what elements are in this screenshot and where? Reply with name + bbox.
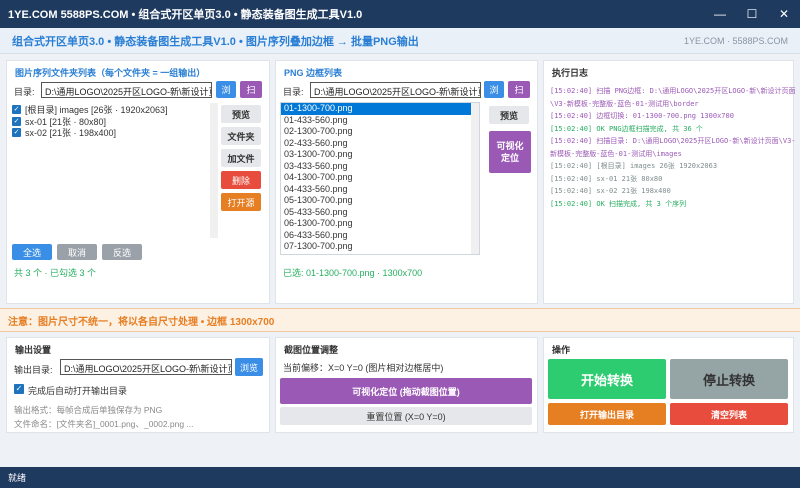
output-dir-input[interactable]: D:\通用LOGO\2025开区LOGO-新\新设计页面: [60, 359, 232, 375]
png-list-item[interactable]: 03-1300-700.png: [281, 149, 479, 161]
app-header: 组合式开区单页3.0 • 静态装备图生成工具V1.0 • 图片序列叠加边框 → …: [0, 28, 800, 54]
visual-position-button[interactable]: 可视化定位 (拖动截图位置): [280, 378, 532, 404]
auto-open-label: 完成后自动打开输出目录: [28, 386, 128, 396]
position-panel-title: 截图位置调整: [284, 345, 339, 355]
log-line: [15:02:40] 扫描 PNG边框: D:\通用LOGO\2025开区LOG…: [550, 87, 796, 95]
checkbox-checked-icon[interactable]: ✓: [12, 105, 21, 115]
png-list-item[interactable]: 01-1300-700.png: [281, 103, 479, 115]
select-all-button[interactable]: 全选: [12, 244, 52, 260]
output-naming-text: 文件命名：[文件夹名]_0001.png、_0002.png ...: [14, 419, 194, 429]
log-line: [15:02:40] 扫描目录: D:\通用LOGO\2025开区LOGO-新\…: [550, 137, 796, 145]
png-preview-button[interactable]: 预览: [489, 106, 529, 124]
png-list-item[interactable]: 02-1300-700.png: [281, 126, 479, 138]
png-list-item[interactable]: 07-1300-700.png: [281, 241, 479, 253]
header-title: 组合式开区单页3.0 • 静态装备图生成工具V1.0 • 图片序列叠加边框 → …: [12, 35, 419, 48]
folders-panel-title: 图片序列文件夹列表（每个文件夹 = 一组输出）: [15, 68, 206, 78]
notice-bar: 注意：图片尺寸不统一，将以各自尺寸处理 • 边框 1300x700: [0, 308, 800, 332]
window-title: 1YE.COM 5588PS.COM • 组合式开区单页3.0 • 静态装备图生…: [8, 9, 363, 21]
offset-text: 当前偏移：X=0 Y=0 (图片相对边框居中): [283, 363, 444, 373]
clear-list-button[interactable]: 清空列表: [670, 403, 788, 425]
png-list-item[interactable]: 03-433-560.png: [281, 161, 479, 173]
log-output: [15:02:40] 扫描 PNG边框: D:\通用LOGO\2025开区LOG…: [550, 85, 796, 210]
auto-open-checkbox[interactable]: ✓: [14, 384, 24, 394]
log-line: [15:02:40] 边框切换: 01-1300-700.png 1300x70…: [550, 112, 734, 120]
visual-locate-button[interactable]: 可视化 定位: [489, 131, 531, 173]
add-file-button[interactable]: 加文件: [221, 149, 261, 167]
output-panel-title: 输出设置: [15, 345, 52, 355]
png-dir-input[interactable]: D:\通用LOGO\2025开区LOGO-新\新设计页面: [310, 82, 481, 98]
open-output-button[interactable]: 打开输出目录: [548, 403, 666, 425]
png-panel-title: PNG 边框列表: [284, 68, 343, 78]
png-list-item[interactable]: 06-1300-700.png: [281, 218, 479, 230]
png-list-item[interactable]: 05-433-560.png: [281, 207, 479, 219]
output-format-text: 输出格式：每帧合成后单独保存为 PNG: [14, 405, 163, 415]
png-scan-button[interactable]: 扫: [508, 81, 530, 98]
open-source-button[interactable]: 打开源: [221, 193, 261, 211]
png-status: 已选: 01-1300-700.png · 1300x700: [283, 268, 423, 278]
png-list-scrollbar[interactable]: [471, 103, 479, 254]
maximize-button[interactable]: ☐: [736, 0, 768, 28]
output-browse-button[interactable]: 浏览: [235, 358, 263, 376]
png-list-item[interactable]: 01-433-560.png: [281, 115, 479, 127]
preview-button[interactable]: 预览: [221, 105, 261, 123]
png-list-item[interactable]: 04-1300-700.png: [281, 172, 479, 184]
tree-item[interactable]: ✓ sx-02 [21张 · 198x400]: [12, 127, 217, 139]
folder-button[interactable]: 文件夹: [221, 127, 261, 145]
folders-dir-input[interactable]: D:\通用LOGO\2025开区LOGO-新\新设计页面: [41, 82, 212, 98]
folder-tree[interactable]: ✓ [根目录] images [26张 · 1920x2063] ✓ sx-01 […: [12, 104, 217, 139]
png-list-item[interactable]: 06-433-560.png: [281, 230, 479, 242]
folders-panel: 图片序列文件夹列表（每个文件夹 = 一组输出） 目录: D:\通用LOGO\20…: [6, 60, 270, 304]
start-convert-button[interactable]: 开始转换: [548, 359, 666, 399]
status-bar: 就绪: [0, 467, 800, 488]
invert-select-button[interactable]: 反选: [102, 244, 142, 260]
png-list-item[interactable]: 04-433-560.png: [281, 184, 479, 196]
png-browse-button[interactable]: 浏: [484, 81, 504, 98]
ops-panel-title: 操作: [552, 345, 571, 355]
output-panel: 输出设置 输出目录: D:\通用LOGO\2025开区LOGO-新\新设计页面 …: [6, 337, 270, 433]
position-panel: 截图位置调整 当前偏移：X=0 Y=0 (图片相对边框居中) 可视化定位 (拖动…: [275, 337, 538, 433]
log-panel: 执行日志 [15:02:40] 扫描 PNG边框: D:\通用LOGO\2025…: [543, 60, 796, 304]
log-line: 新模板-完整版-蓝色-01-测试用\images: [550, 149, 682, 158]
output-dir-label: 输出目录:: [14, 365, 53, 375]
close-button[interactable]: ✕: [768, 0, 800, 28]
cancel-select-button[interactable]: 取消: [57, 244, 97, 260]
png-dir-label: 目录:: [283, 87, 304, 97]
folders-dir-label: 目录:: [14, 87, 35, 97]
checkbox-checked-icon[interactable]: ✓: [12, 128, 21, 138]
log-panel-title: 执行日志: [552, 68, 589, 78]
png-list[interactable]: 01-1300-700.png 01-433-560.png 02-1300-700…: [280, 102, 480, 255]
log-line: [15:02:40] OK PNG边框扫描完成, 共 36 个: [550, 124, 703, 133]
stop-convert-button[interactable]: 停止转换: [670, 359, 788, 399]
minimize-button[interactable]: —: [704, 0, 736, 28]
reset-position-button[interactable]: 重置位置 (X=0 Y=0): [280, 407, 532, 425]
title-bar: 1YE.COM 5588PS.COM • 组合式开区单页3.0 • 静态装备图生…: [0, 0, 800, 28]
png-list-item[interactable]: 05-1300-700.png: [281, 195, 479, 207]
header-sites: 1YE.COM · 5588PS.COM: [683, 35, 788, 46]
log-line: [15:02:40] sx-01 21张 80x80: [550, 174, 663, 183]
delete-button[interactable]: 删除: [221, 171, 261, 189]
log-line: [15:02:40] sx-02 21张 198x400: [550, 187, 671, 195]
png-list-item[interactable]: 02-433-560.png: [281, 138, 479, 150]
ops-panel: 操作 开始转换 停止转换 打开输出目录 清空列表: [543, 337, 794, 433]
folders-status: 共 3 个 · 已勾选 3 个: [14, 268, 97, 278]
log-line: [15:02:40] [根目录] images 26张 1920x2063: [550, 162, 718, 170]
log-line: \V3-新模板-完整版-蓝色-01-测试用\border: [550, 99, 699, 108]
folders-scan-button[interactable]: 扫: [240, 81, 262, 98]
folders-browse-button[interactable]: 浏: [216, 81, 236, 98]
checkbox-checked-icon[interactable]: ✓: [12, 116, 21, 126]
png-panel: PNG 边框列表 目录: D:\通用LOGO\2025开区LOGO-新\新设计页…: [275, 60, 538, 304]
log-line: [15:02:40] OK 扫描完成, 共 3 个序列: [550, 199, 687, 208]
folder-tree-scrollbar[interactable]: [210, 103, 218, 238]
